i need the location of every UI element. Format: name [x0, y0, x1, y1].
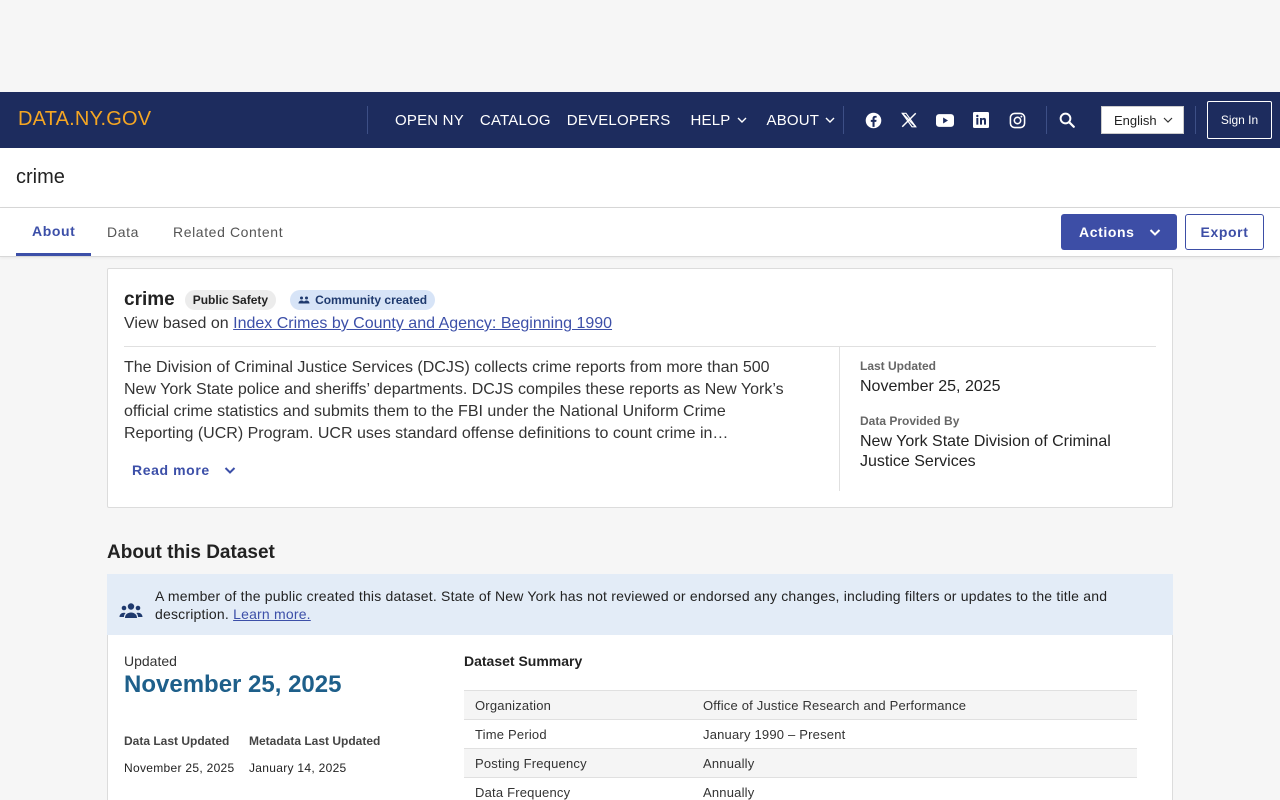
- actions-label: Actions: [1079, 224, 1135, 240]
- nav-about[interactable]: ABOUT: [767, 112, 836, 129]
- language-select[interactable]: English: [1101, 106, 1184, 134]
- table-row: Organization Office of Justice Research …: [464, 690, 1137, 720]
- nav-catalog[interactable]: CATALOG: [480, 112, 551, 129]
- data-last-updated: Data Last Updated November 25, 2025: [124, 734, 235, 775]
- learn-more-link[interactable]: Learn more.: [233, 606, 311, 622]
- divider: [839, 347, 840, 491]
- chevron-down-icon: [1163, 117, 1173, 123]
- metadata-last-updated-label: Metadata Last Updated: [249, 734, 381, 748]
- nav-label: OPEN NY: [395, 111, 464, 129]
- read-more-label: Read more: [132, 462, 210, 478]
- site-header: DATA.NY.GOV OPEN NY CATALOG DEVELOPERS H…: [0, 92, 1280, 148]
- data-last-updated-label: Data Last Updated: [124, 734, 230, 748]
- updated-label: Updated: [124, 653, 177, 669]
- category-badge: Public Safety: [184, 290, 277, 310]
- people-icon: [119, 603, 143, 618]
- summary-value: Annually: [703, 755, 755, 771]
- last-updated: Last Updated November 25, 2025: [860, 359, 1001, 397]
- notice-text: A member of the public created this data…: [155, 587, 1153, 623]
- summary-key: Organization: [475, 697, 552, 713]
- provided-by-label: Data Provided By: [860, 414, 960, 428]
- data-last-updated-value: November 25, 2025: [124, 761, 235, 775]
- table-row: Data Frequency Annually: [464, 777, 1137, 800]
- youtube-icon[interactable]: [936, 111, 954, 129]
- summary-key: Data Frequency: [475, 784, 571, 800]
- nav-label: DEVELOPERS: [566, 111, 671, 129]
- dataset-overview-card: crime Public Safety Community created Vi…: [107, 268, 1173, 508]
- tab-data[interactable]: Data: [107, 208, 139, 256]
- divider: [124, 346, 1156, 347]
- last-updated-label: Last Updated: [860, 359, 937, 373]
- facebook-icon[interactable]: [864, 111, 882, 129]
- tabs-bar: About Data Related Content Actions Expor…: [0, 208, 1280, 257]
- nav-divider: [843, 106, 844, 134]
- nav-open-ny[interactable]: OPEN NY: [395, 112, 464, 129]
- dataset-description: The Division of Criminal Justice Service…: [124, 359, 784, 442]
- top-blank-area: [0, 0, 1280, 92]
- nav-label: HELP: [690, 111, 731, 129]
- summary-key: Posting Frequency: [475, 755, 587, 771]
- sign-in-button[interactable]: Sign In: [1207, 101, 1272, 139]
- export-button[interactable]: Export: [1185, 214, 1264, 250]
- nav-developers[interactable]: DEVELOPERS: [567, 112, 671, 129]
- social-links: [864, 92, 1044, 148]
- site-logo[interactable]: DATA.NY.GOV: [18, 108, 151, 131]
- dataset-summary-title: Dataset Summary: [464, 653, 583, 669]
- community-badge-label: Community created: [315, 293, 428, 307]
- nav-help[interactable]: HELP: [691, 112, 747, 129]
- page-title-bar: crime: [0, 148, 1280, 208]
- tab-about[interactable]: About: [16, 208, 92, 256]
- chevron-down-icon: [825, 117, 835, 123]
- nav-divider: [1046, 106, 1047, 134]
- read-more-button[interactable]: Read more: [132, 462, 236, 478]
- nav-label: CATALOG: [479, 111, 551, 129]
- table-row: Posting Frequency Annually: [464, 748, 1137, 778]
- tab-related-content[interactable]: Related Content: [173, 208, 283, 256]
- instagram-icon[interactable]: [1008, 111, 1026, 129]
- linkedin-icon[interactable]: [972, 111, 990, 129]
- search-icon[interactable]: [1058, 111, 1076, 129]
- parent-dataset-link[interactable]: Index Crimes by County and Agency: Begin…: [233, 315, 612, 332]
- section-heading: About this Dataset: [107, 542, 275, 563]
- community-badge: Community created: [290, 290, 436, 310]
- community-notice: A member of the public created this data…: [107, 574, 1173, 635]
- main-nav: OPEN NY CATALOG DEVELOPERS HELP ABOUT: [395, 92, 851, 148]
- dataset-summary-table: Organization Office of Justice Research …: [464, 690, 1137, 800]
- nav-divider: [367, 106, 368, 134]
- summary-key: Time Period: [475, 726, 547, 742]
- metadata-last-updated: Metadata Last Updated January 14, 2025: [249, 734, 380, 775]
- last-updated-value: November 25, 2025: [860, 378, 1001, 395]
- updated-date: November 25, 2025: [124, 671, 342, 698]
- view-based-prefix: View based on: [124, 315, 229, 332]
- nav-label: ABOUT: [766, 111, 820, 129]
- metadata-last-updated-value: January 14, 2025: [249, 761, 347, 775]
- chevron-down-icon: [737, 117, 746, 123]
- actions-button[interactable]: Actions: [1061, 214, 1177, 250]
- summary-value: Annually: [703, 784, 755, 800]
- summary-value: January 1990 – Present: [703, 726, 846, 742]
- card-header: crime Public Safety Community created: [124, 289, 449, 311]
- table-row: Time Period January 1990 – Present: [464, 719, 1137, 749]
- dataset-title: crime: [124, 289, 175, 310]
- x-icon[interactable]: [900, 111, 918, 129]
- page-title: crime: [16, 166, 65, 188]
- nav-divider: [1195, 106, 1196, 134]
- language-value: English: [1114, 112, 1157, 128]
- chevron-down-icon: [1149, 229, 1161, 236]
- people-icon: [298, 296, 310, 304]
- dataset-details-panel: Updated November 25, 2025 Data Last Upda…: [107, 635, 1173, 800]
- view-based-on: View based on Index Crimes by County and…: [124, 315, 612, 333]
- data-provided-by: Data Provided By New York State Division…: [860, 414, 1150, 472]
- chevron-down-icon: [224, 467, 235, 474]
- provided-by-value: New York State Division of Criminal Just…: [860, 433, 1111, 470]
- summary-value: Office of Justice Research and Performan…: [703, 697, 967, 713]
